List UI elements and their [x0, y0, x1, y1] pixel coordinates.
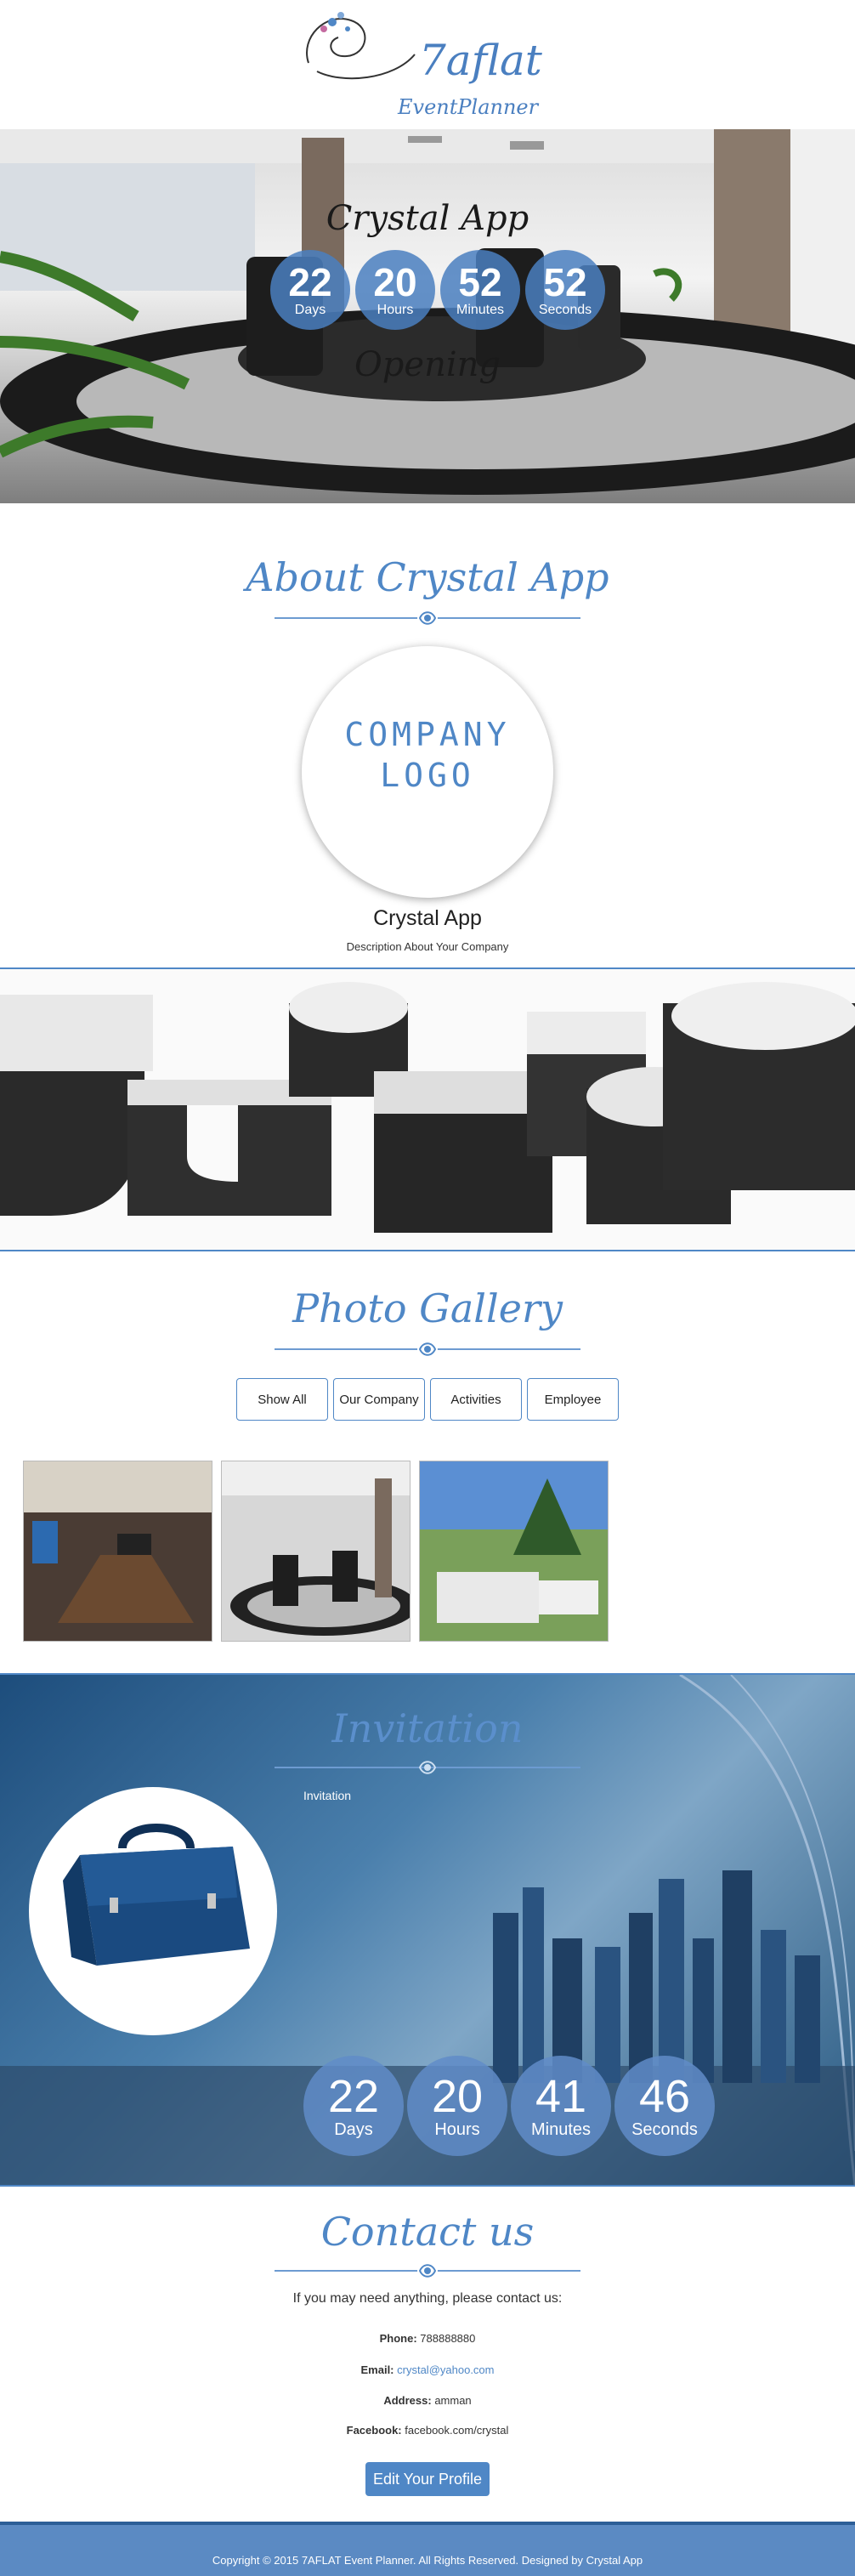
site-header: 7aflat EventPlanner: [0, 0, 855, 129]
footer-copyright: Copyright © 2015 7AFLAT Event Planner. A…: [212, 2554, 643, 2567]
contact-phone: Phone: 788888880: [0, 2332, 855, 2345]
invitation-text: Invitation: [303, 1789, 352, 1802]
contact-email: Email: crystal@yahoo.com: [0, 2363, 855, 2376]
countdown-value: 52: [543, 260, 587, 304]
invitation-countdown: 22 Days 20 Hours 41 Minutes 46 Seconds: [303, 2056, 715, 2156]
countdown-seconds: 46 Seconds: [614, 2056, 715, 2156]
countdown-label: Seconds: [631, 2120, 698, 2139]
business-3d-letters-image: [0, 969, 855, 1250]
address-label: Address:: [383, 2394, 432, 2407]
contact-address: Address: amman: [0, 2394, 855, 2407]
site-logo[interactable]: 7aflat EventPlanner: [292, 3, 546, 128]
hero-subtitle: Opening: [354, 345, 501, 384]
facebook-value[interactable]: facebook.com/crystal: [405, 2424, 508, 2437]
gallery-title: Photo Gallery: [292, 1285, 563, 1331]
countdown-value: 41: [535, 2071, 587, 2122]
company-logo-circle: COMPANY LOGO: [302, 646, 553, 898]
logo-subtext: EventPlanner: [398, 95, 539, 119]
countdown-value: 20: [373, 260, 417, 304]
hero-title: Crystal App: [326, 199, 529, 238]
filter-employee-button[interactable]: Employee: [527, 1378, 619, 1421]
countdown-label: Seconds: [538, 303, 592, 317]
gallery-filters: Show All Our Company Activities Employee: [236, 1378, 619, 1421]
email-label: Email:: [360, 2363, 394, 2376]
photo-gallery: [23, 1461, 609, 1642]
ornament-icon: [418, 1761, 437, 1774]
phone-value: 788888880: [420, 2332, 476, 2345]
countdown-label: Hours: [377, 303, 414, 317]
ornament-icon: [417, 1339, 438, 1359]
countdown-label: Minutes: [530, 2120, 592, 2139]
countdown-label: Days: [294, 303, 326, 317]
address-value: amman: [434, 2394, 472, 2407]
logo-text: 7aflat: [419, 36, 542, 85]
contact-facebook: Facebook: facebook.com/crystal: [0, 2424, 855, 2437]
company-name: Crystal App: [373, 906, 482, 930]
company-logo-line1: COMPANY: [344, 716, 511, 753]
contact-title: Contact us: [320, 2209, 535, 2255]
business-letters-banner: [0, 967, 855, 1251]
countdown-seconds: 52 Seconds: [525, 250, 605, 330]
countdown-hours: 20 Hours: [407, 2056, 507, 2156]
company-logo-line2: LOGO: [380, 757, 475, 794]
company-description: Description About Your Company: [346, 940, 509, 953]
filter-show-all-button[interactable]: Show All: [236, 1378, 328, 1421]
countdown-value: 52: [458, 260, 502, 304]
email-link[interactable]: crystal@yahoo.com: [397, 2363, 494, 2376]
site-footer: Copyright © 2015 7AFLAT Event Planner. A…: [0, 2522, 855, 2576]
floral-logo-icon: [306, 12, 416, 80]
countdown-days: 22 Days: [303, 2056, 404, 2156]
countdown-label: Minutes: [456, 303, 505, 317]
filter-activities-button[interactable]: Activities: [430, 1378, 522, 1421]
hero-banner: Crystal App 22 Days 20 Hours 52 Minutes …: [0, 129, 855, 503]
gallery-photo-outdoor-event[interactable]: [419, 1461, 609, 1642]
ornament-icon: [417, 608, 438, 628]
countdown-minutes: 52 Minutes: [440, 250, 520, 330]
briefcase-image: [29, 1787, 277, 2035]
countdown-value: 46: [638, 2071, 691, 2122]
countdown-value: 22: [288, 260, 332, 304]
facebook-label: Facebook:: [346, 2424, 402, 2437]
phone-label: Phone:: [379, 2332, 417, 2345]
ornament-icon: [417, 2261, 438, 2281]
countdown-label: Days: [334, 2120, 373, 2139]
countdown-days: 22 Days: [270, 250, 350, 330]
hero-countdown: 22 Days 20 Hours 52 Minutes 52 Seconds: [270, 250, 605, 330]
countdown-value: 22: [327, 2071, 380, 2122]
countdown-minutes: 41 Minutes: [511, 2056, 611, 2156]
gallery-photo-meeting-room[interactable]: [23, 1461, 212, 1642]
countdown-hours: 20 Hours: [355, 250, 435, 330]
contact-intro: If you may need anything, please contact…: [292, 2291, 563, 2306]
edit-profile-button[interactable]: Edit Your Profile: [365, 2462, 490, 2496]
gallery-photo-office[interactable]: [221, 1461, 411, 1642]
about-title: About Crystal App: [246, 554, 609, 600]
countdown-value: 20: [431, 2071, 484, 2122]
filter-our-company-button[interactable]: Our Company: [333, 1378, 425, 1421]
invitation-title: Invitation: [331, 1705, 524, 1751]
countdown-label: Hours: [434, 2120, 480, 2139]
